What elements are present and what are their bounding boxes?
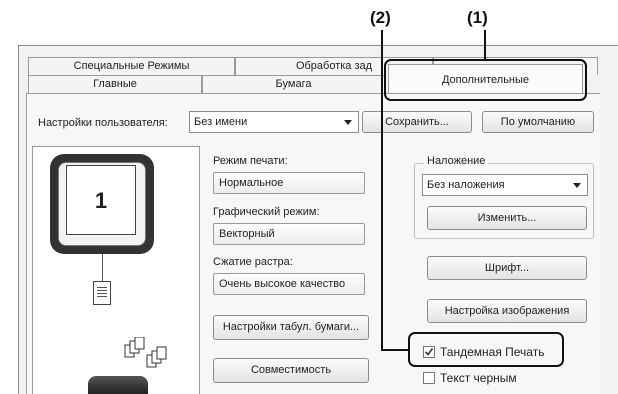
callout-lines xyxy=(381,30,486,351)
